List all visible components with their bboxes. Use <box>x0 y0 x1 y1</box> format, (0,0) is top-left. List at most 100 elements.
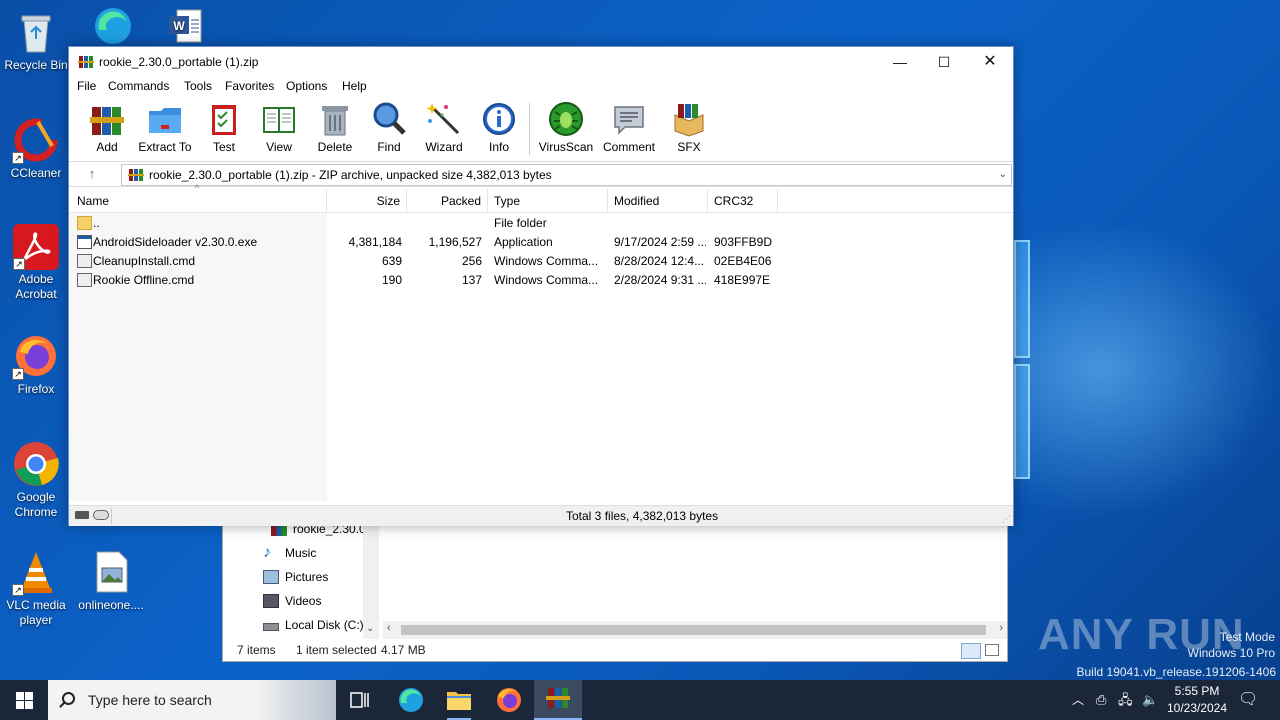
menu-file[interactable]: File <box>77 79 96 93</box>
edge-taskbar-icon[interactable] <box>391 684 431 716</box>
ethernet-icon[interactable]: 🖧 <box>1118 680 1133 720</box>
chevron-up-icon[interactable]: ︿ <box>1072 680 1084 720</box>
large-icons-view-icon[interactable] <box>985 644 999 656</box>
details-view-icon[interactable] <box>961 643 981 659</box>
menu-commands[interactable]: Commands <box>108 79 169 93</box>
menu-tools[interactable]: Tools <box>184 79 212 93</box>
chevron-right-icon[interactable]: › <box>999 622 1003 634</box>
column-crc32[interactable]: CRC32 <box>708 189 778 213</box>
close-button[interactable]: ✕ <box>967 47 1013 77</box>
sfx-button[interactable]: SFX <box>659 101 719 154</box>
items-count: 7 items <box>237 643 276 657</box>
nav-vertical-scrollbar[interactable]: ⌄ <box>363 521 379 639</box>
network-icon[interactable]: ⎙ <box>1096 680 1106 720</box>
file-name: Rookie Offline.cmd <box>93 273 195 287</box>
info-button[interactable]: Info <box>469 101 529 154</box>
selected-count: 1 item selected <box>296 643 377 657</box>
extract-to-button[interactable]: Extract To <box>135 101 195 154</box>
file-modified: 2/28/2024 9:31 ... <box>614 273 706 287</box>
desktop-icon-label: VLC media player <box>6 598 66 627</box>
file-row[interactable]: CleanupInstall.cmd 639 256 Windows Comma… <box>69 252 1013 271</box>
menu-favorites[interactable]: Favorites <box>225 79 274 93</box>
desktop-icon-vlc[interactable]: ↗ VLC media player <box>1 548 71 628</box>
firefox-taskbar-icon[interactable] <box>489 684 529 716</box>
desktop-icon-word-doc[interactable]: W <box>150 6 220 48</box>
winrar-taskbar-button[interactable] <box>534 680 582 720</box>
nav-item-music[interactable]: ♪ Music <box>263 543 316 563</box>
winrar-archive-icon <box>128 167 144 183</box>
virusscan-button[interactable]: VirusScan <box>536 101 596 154</box>
taskbar-search-box[interactable]: Type here to search <box>48 680 336 720</box>
nav-item-pictures[interactable]: Pictures <box>263 567 329 587</box>
desktop-icon-chrome[interactable]: Google Chrome <box>1 440 71 520</box>
scrollbar-thumb[interactable] <box>401 625 986 635</box>
desktop-icon-adobe-acrobat[interactable]: ↗ Adobe Acrobat <box>1 224 71 302</box>
file-row[interactable]: AndroidSideloader v2.30.0.exe 4,381,184 … <box>69 233 1013 252</box>
add-button[interactable]: Add <box>77 101 137 154</box>
desktop-icon-ccleaner[interactable]: ↗ CCleaner <box>1 116 71 181</box>
nav-item-label: Pictures <box>285 570 329 584</box>
word-document-icon: W <box>165 6 205 46</box>
magnifier-icon <box>371 101 407 137</box>
windows-logo-icon <box>16 692 24 700</box>
key-icon[interactable] <box>93 510 109 520</box>
file-crc: 418E997E <box>714 273 771 287</box>
test-button[interactable]: Test <box>194 101 254 154</box>
tool-label: View <box>266 140 292 154</box>
drive-icon[interactable] <box>75 511 89 519</box>
nav-item-local-disk[interactable]: Local Disk (C:) <box>263 615 364 635</box>
column-label: CRC32 <box>714 194 754 208</box>
tool-label: SFX <box>677 140 701 154</box>
notification-icon[interactable]: 🗨 <box>1238 680 1258 720</box>
file-name: .. <box>93 216 100 230</box>
desktop-icon-label: Recycle Bin <box>4 58 68 72</box>
file-size: 4,381,184 <box>348 235 402 249</box>
desktop-icon-recycle-bin[interactable]: Recycle Bin <box>1 8 71 73</box>
desktop-icon-edge[interactable] <box>78 4 148 50</box>
file-row[interactable]: .. File folder <box>69 214 1013 233</box>
shortcut-arrow-icon: ↗ <box>12 152 24 164</box>
view-button[interactable]: View <box>249 101 309 154</box>
archive-path-text: rookie_2.30.0_portable (1).zip - ZIP arc… <box>149 168 552 182</box>
menu-options[interactable]: Options <box>286 79 327 93</box>
start-button[interactable] <box>0 680 48 720</box>
find-button[interactable]: Find <box>359 101 419 154</box>
file-explorer-taskbar-icon[interactable] <box>439 684 479 720</box>
comment-button[interactable]: Comment <box>599 101 659 154</box>
wizard-button[interactable]: Wizard <box>414 101 474 154</box>
chevron-down-icon[interactable]: ⌄ <box>999 165 1007 185</box>
tool-label: Test <box>212 140 235 154</box>
column-name[interactable]: Name <box>69 189 327 213</box>
column-label: Name <box>77 194 110 208</box>
nav-item-videos[interactable]: Videos <box>263 591 321 611</box>
column-modified[interactable]: Modified <box>608 189 708 213</box>
column-type[interactable]: Type <box>488 189 608 213</box>
archive-path-box[interactable]: rookie_2.30.0_portable (1).zip - ZIP arc… <box>121 164 1012 186</box>
folder-icon <box>77 216 92 230</box>
task-view-button[interactable] <box>340 684 380 716</box>
tool-label: Delete <box>317 140 353 154</box>
volume-icon[interactable]: 🔈 <box>1142 680 1158 720</box>
winrar-title-bar[interactable]: rookie_2.30.0_portable (1).zip — ☐ ✕ <box>69 47 1013 77</box>
column-size[interactable]: Size <box>327 189 407 213</box>
taskbar-clock[interactable]: 5:55 PM 10/23/2024 <box>1160 683 1234 717</box>
vlc-icon: ↗ <box>12 548 60 596</box>
file-modified: 9/17/2024 2:59 ... <box>614 235 706 249</box>
content-horizontal-scrollbar[interactable]: ‹ › <box>383 621 1007 639</box>
column-packed[interactable]: Packed <box>407 189 488 213</box>
delete-button[interactable]: Delete <box>305 101 365 154</box>
file-row[interactable]: Rookie Offline.cmd 190 137 Windows Comma… <box>69 271 1013 290</box>
desktop-icon-firefox[interactable]: ↗ Firefox <box>1 332 71 397</box>
menu-help[interactable]: Help <box>342 79 367 93</box>
build-label: Build 19041.vb_release.191206-1406 <box>1076 665 1277 679</box>
minimize-button[interactable]: — <box>877 47 923 77</box>
resize-grip-icon[interactable]: ⋰ <box>1002 514 1011 525</box>
chevron-down-icon[interactable]: ⌄ <box>366 623 374 634</box>
up-arrow-icon[interactable]: ↑ <box>79 166 105 184</box>
file-explorer-window: rookie_2.30.0_ ♪ Music Pictures Videos L… <box>222 520 1008 662</box>
maximize-button[interactable]: ☐ <box>921 47 967 77</box>
desktop-icon-onlineone[interactable]: onlineone.... <box>76 548 146 613</box>
wizard-wand-icon <box>426 101 462 137</box>
search-placeholder: Type here to search <box>88 692 212 708</box>
chevron-left-icon[interactable]: ‹ <box>387 622 391 634</box>
